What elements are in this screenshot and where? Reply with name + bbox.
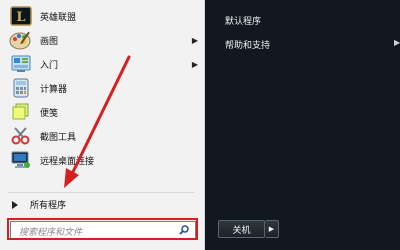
right-link-help-support[interactable]: 帮助和支持 (225, 38, 270, 51)
submenu-arrow-icon: ▶ (394, 38, 400, 47)
shutdown-options-button[interactable]: ▶ (265, 220, 279, 238)
chevron-right-icon: ▶ (268, 225, 275, 233)
shutdown-button[interactable]: 关机 (218, 220, 265, 238)
shutdown-label: 关机 (232, 225, 251, 236)
right-link-default-programs[interactable]: 默认程序 (225, 14, 261, 27)
